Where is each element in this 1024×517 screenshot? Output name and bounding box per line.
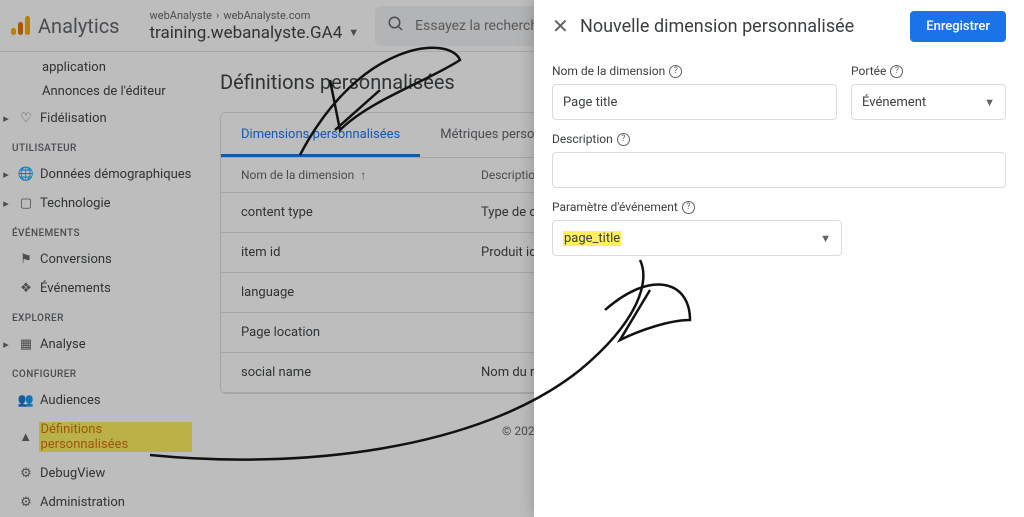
sidebar-item-conversions[interactable]: ⚑Conversions	[0, 245, 200, 274]
col-desc[interactable]: Description	[481, 168, 542, 182]
help-icon[interactable]: ?	[669, 65, 682, 78]
people-icon: 👥	[12, 393, 40, 408]
device-icon: ▢	[12, 196, 40, 211]
sidebar-item-analysis[interactable]: ▸▦Analyse	[0, 330, 200, 359]
gear-icon: ⚙	[12, 466, 40, 481]
scope-label: Portée?	[851, 64, 1006, 78]
help-icon[interactable]: ?	[890, 65, 903, 78]
description-label: Description?	[552, 132, 1006, 146]
side-panel: ✕ Nouvelle dimension personnalisée Enreg…	[534, 0, 1024, 517]
event-param-label: Paramètre d'événement?	[552, 200, 842, 214]
globe-icon: 🌐	[12, 167, 40, 182]
chevron-down-icon: ▼	[820, 232, 831, 245]
sidebar-item-debugview[interactable]: ⚙DebugView	[0, 459, 200, 488]
sidebar-section: CONFIGURER	[0, 359, 200, 386]
flag-icon: ⚑	[12, 252, 40, 267]
grid-icon: ▦	[12, 337, 40, 352]
sidebar-section: EXPLORER	[0, 303, 200, 330]
panel-title: Nouvelle dimension personnalisée	[580, 16, 910, 37]
sidebar-section: UTILISATEUR	[0, 133, 200, 160]
sidebar-item-audiences[interactable]: 👥Audiences	[0, 386, 200, 415]
sidebar-item-retention[interactable]: ▸♡Fidélisation	[0, 104, 200, 133]
sort-up-icon: ↑	[360, 168, 366, 182]
breadcrumb[interactable]: webAnalyste›webAnalyste.com	[150, 9, 360, 22]
brand-label: Analytics	[38, 14, 120, 38]
chevron-down-icon: ▼	[984, 96, 995, 109]
search-icon	[387, 15, 405, 37]
sidebar: application Annonces de l'éditeur ▸♡Fidé…	[0, 52, 200, 517]
help-icon[interactable]: ?	[617, 133, 630, 146]
dimension-name-label: Nom de la dimension?	[552, 64, 837, 78]
sidebar-item-demographics[interactable]: ▸🌐Données démographiques	[0, 160, 200, 189]
triangle-icon: ▲	[12, 429, 40, 445]
analytics-logo-icon	[2, 14, 38, 38]
gear-icon: ⚙	[12, 495, 40, 510]
sidebar-item-admin[interactable]: ⚙Administration	[0, 488, 200, 517]
sidebar-item-custom-definitions[interactable]: ▲Définitions personnalisées	[0, 415, 200, 459]
property-selector[interactable]: training.webanalyste.GA4 ▼	[150, 23, 360, 43]
sidebar-subitem[interactable]: Annonces de l'éditeur	[0, 80, 200, 104]
sidebar-subitem[interactable]: application	[0, 56, 200, 80]
sidebar-item-events[interactable]: ❖Événements	[0, 274, 200, 303]
event-param-select[interactable]: page_title▼	[552, 220, 842, 256]
dimension-name-input[interactable]	[552, 84, 837, 120]
description-input[interactable]	[552, 152, 1006, 188]
close-button[interactable]: ✕	[552, 14, 580, 38]
caret-down-icon: ▼	[348, 26, 359, 39]
sidebar-item-technology[interactable]: ▸▢Technologie	[0, 189, 200, 218]
scope-select[interactable]: Événement▼	[851, 84, 1006, 120]
tag-icon: ❖	[12, 281, 40, 296]
col-name[interactable]: Nom de la dimension↑	[241, 168, 481, 182]
sidebar-section: ÉVÉNEMENTS	[0, 218, 200, 245]
help-icon[interactable]: ?	[682, 201, 695, 214]
tab-dimensions[interactable]: Dimensions personnalisées	[221, 113, 420, 157]
save-button[interactable]: Enregistrer	[910, 11, 1006, 42]
heart-icon: ♡	[12, 111, 40, 126]
